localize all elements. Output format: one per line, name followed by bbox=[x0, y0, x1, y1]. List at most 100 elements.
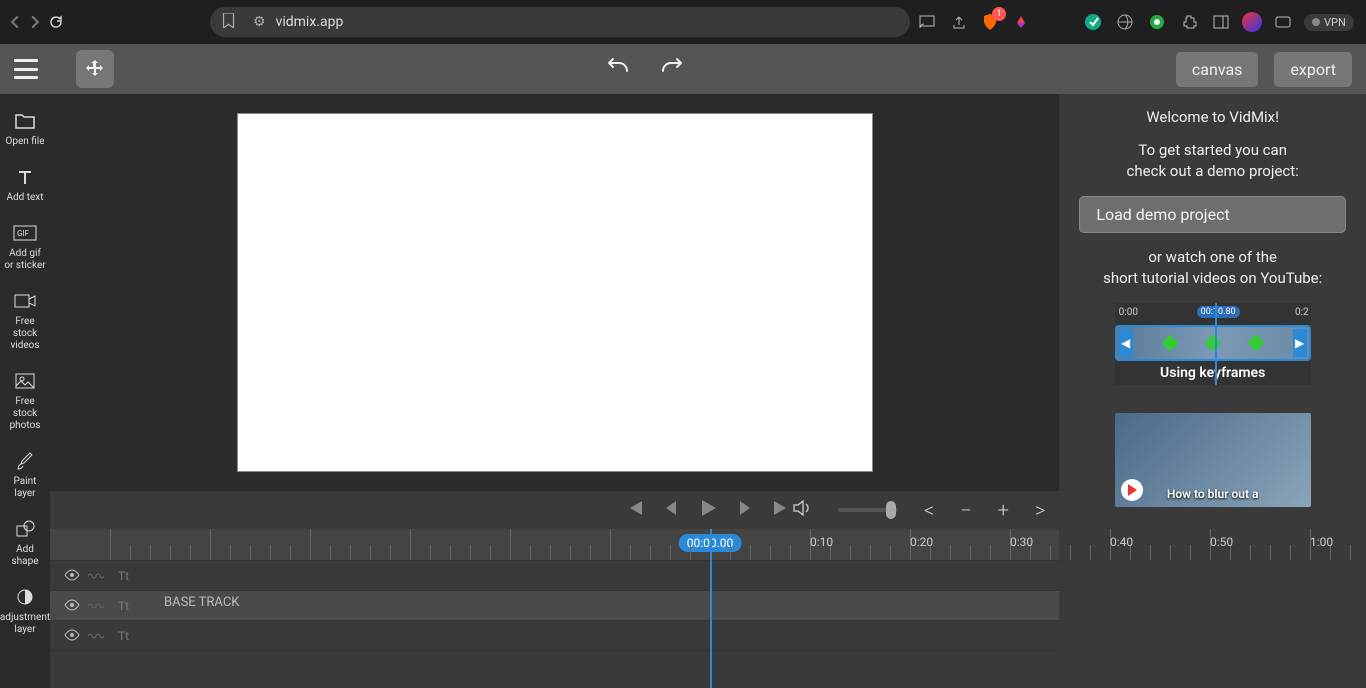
profile-avatar[interactable] bbox=[1242, 12, 1262, 32]
rail-shape[interactable]: Add shape bbox=[0, 512, 50, 574]
folder-icon bbox=[14, 110, 36, 132]
track-row-base[interactable]: Tt BASE TRACK bbox=[50, 591, 1059, 621]
ruler-label: 0:50 bbox=[1210, 535, 1233, 549]
nav-forward[interactable] bbox=[28, 8, 42, 36]
zoom-in-full[interactable]: > bbox=[1035, 498, 1045, 522]
track-type: Tt bbox=[118, 629, 129, 643]
wave-icon[interactable] bbox=[88, 566, 104, 585]
zoom-out-full[interactable]: < bbox=[924, 498, 934, 522]
welcome-title: Welcome to VidMix! bbox=[1079, 108, 1346, 126]
ruler-label: 0:20 bbox=[910, 535, 933, 549]
sidepanel-icon[interactable] bbox=[1210, 11, 1232, 33]
play-button[interactable] bbox=[698, 498, 718, 522]
arrow-right-icon: ▶ bbox=[1293, 329, 1307, 357]
track-type: Tt bbox=[118, 599, 129, 613]
keyframe-icon bbox=[1161, 335, 1178, 352]
track-type: Tt bbox=[118, 569, 129, 583]
tracks-area: Tt Tt BASE TRACK Tt bbox=[50, 561, 1059, 688]
rail-adjustment[interactable]: adjustment layer bbox=[0, 580, 50, 642]
url-text: vidmix.app bbox=[276, 14, 344, 30]
ruler-label: 0:10 bbox=[810, 535, 833, 549]
skip-end-button[interactable] bbox=[772, 499, 792, 521]
rewards-icon[interactable] bbox=[1010, 11, 1032, 33]
frame-fwd-button[interactable] bbox=[736, 499, 754, 521]
canvas[interactable] bbox=[237, 113, 873, 472]
ruler-label: 0:30 bbox=[1010, 535, 1033, 549]
skip-start-button[interactable] bbox=[624, 499, 644, 521]
thumb-caption: How to blur out a bbox=[1115, 487, 1311, 501]
rail-paint[interactable]: Paint layer bbox=[0, 444, 50, 506]
nav-back[interactable] bbox=[8, 8, 22, 36]
volume-slider[interactable] bbox=[838, 508, 898, 512]
wallet-icon[interactable] bbox=[1272, 11, 1294, 33]
ext-icon-2[interactable] bbox=[1114, 11, 1136, 33]
tutorial-thumb-keyframes[interactable]: 0:00 00:10.80 0:2 ◀ ▶ Using keyframes bbox=[1115, 303, 1311, 385]
wave-icon[interactable] bbox=[88, 626, 104, 645]
timeline: 00:00.00 0:100:200:300:400:501:00 Tt Tt bbox=[50, 529, 1059, 688]
cast-icon[interactable] bbox=[916, 11, 938, 33]
ruler-label: 0:40 bbox=[1110, 535, 1133, 549]
zoom-out[interactable]: − bbox=[960, 498, 971, 522]
app-toolbar: canvas export bbox=[0, 44, 1366, 94]
photo-icon bbox=[15, 370, 35, 392]
track-row[interactable]: Tt bbox=[50, 561, 1059, 591]
rail-stock-photos[interactable]: Free stock photos bbox=[0, 364, 50, 438]
brush-icon bbox=[16, 450, 34, 472]
adjustment-icon bbox=[16, 586, 34, 608]
url-bar[interactable]: ⚙ vidmix.app bbox=[210, 7, 910, 37]
shape-icon bbox=[15, 518, 35, 540]
time-ruler[interactable]: 00:00.00 0:100:200:300:400:501:00 bbox=[50, 529, 1059, 561]
rail-open-file[interactable]: Open file bbox=[0, 104, 50, 154]
vpn-button[interactable]: VPN bbox=[1304, 14, 1354, 31]
frame-back-button[interactable] bbox=[662, 499, 680, 521]
load-demo-button[interactable]: Load demo project bbox=[1079, 196, 1346, 233]
svg-text:GIF: GIF bbox=[17, 229, 30, 238]
undo-button[interactable] bbox=[603, 57, 631, 81]
thumb-caption: Using keyframes bbox=[1115, 361, 1311, 385]
volume-icon[interactable] bbox=[792, 499, 812, 521]
bookmark-icon[interactable] bbox=[222, 13, 235, 32]
extensions-icon[interactable] bbox=[1178, 11, 1200, 33]
rail-add-text[interactable]: Add text bbox=[0, 160, 50, 210]
arrow-left-icon: ◀ bbox=[1119, 329, 1133, 357]
nav-reload[interactable] bbox=[48, 8, 64, 36]
eye-icon[interactable] bbox=[64, 596, 80, 615]
canvas-button[interactable]: canvas bbox=[1176, 52, 1259, 87]
playhead-line[interactable] bbox=[710, 529, 712, 688]
ruler-label: 1:00 bbox=[1310, 535, 1333, 549]
welcome-panel: Welcome to VidMix! To get started you ca… bbox=[1059, 94, 1366, 688]
tool-rail: Open file Add text GIF Add gif or sticke… bbox=[0, 94, 50, 688]
track-row[interactable]: Tt bbox=[50, 621, 1059, 651]
gif-icon: GIF bbox=[13, 222, 37, 244]
welcome-sub: short tutorial videos on YouTube: bbox=[1079, 268, 1346, 289]
ext-icon-1[interactable] bbox=[1082, 11, 1104, 33]
browser-chrome: ⚙ vidmix.app 1 VPN bbox=[0, 0, 1366, 44]
volume-knob[interactable] bbox=[886, 501, 896, 519]
welcome-line: To get started you can bbox=[1079, 140, 1346, 161]
keyframe-icon bbox=[1204, 335, 1221, 352]
canvas-viewport[interactable] bbox=[50, 94, 1059, 491]
eye-icon[interactable] bbox=[64, 566, 80, 585]
keyframe-icon bbox=[1247, 335, 1264, 352]
share-icon[interactable] bbox=[948, 11, 970, 33]
ext-icon-3[interactable] bbox=[1146, 11, 1168, 33]
welcome-sub: or watch one of the bbox=[1079, 247, 1346, 268]
site-settings-icon[interactable]: ⚙ bbox=[253, 14, 266, 30]
wave-icon[interactable] bbox=[88, 596, 104, 615]
brave-shields-icon[interactable]: 1 bbox=[980, 12, 1000, 32]
move-tool[interactable] bbox=[76, 50, 114, 88]
text-icon bbox=[16, 166, 34, 188]
tutorial-thumb-blur[interactable]: How to blur out a bbox=[1115, 413, 1311, 507]
app-menu-button[interactable] bbox=[14, 59, 38, 79]
export-button[interactable]: export bbox=[1274, 52, 1352, 87]
transport-bar: < − + > bbox=[50, 491, 1059, 529]
shields-count: 1 bbox=[992, 7, 1006, 21]
redo-button[interactable] bbox=[659, 57, 687, 81]
rail-add-gif[interactable]: GIF Add gif or sticker bbox=[0, 216, 50, 278]
base-track-label: BASE TRACK bbox=[164, 595, 239, 610]
rail-stock-videos[interactable]: Free stock videos bbox=[0, 284, 50, 358]
zoom-in[interactable]: + bbox=[998, 498, 1009, 522]
eye-icon[interactable] bbox=[64, 626, 80, 645]
welcome-line: check out a demo project: bbox=[1079, 161, 1346, 182]
video-icon bbox=[14, 290, 36, 312]
